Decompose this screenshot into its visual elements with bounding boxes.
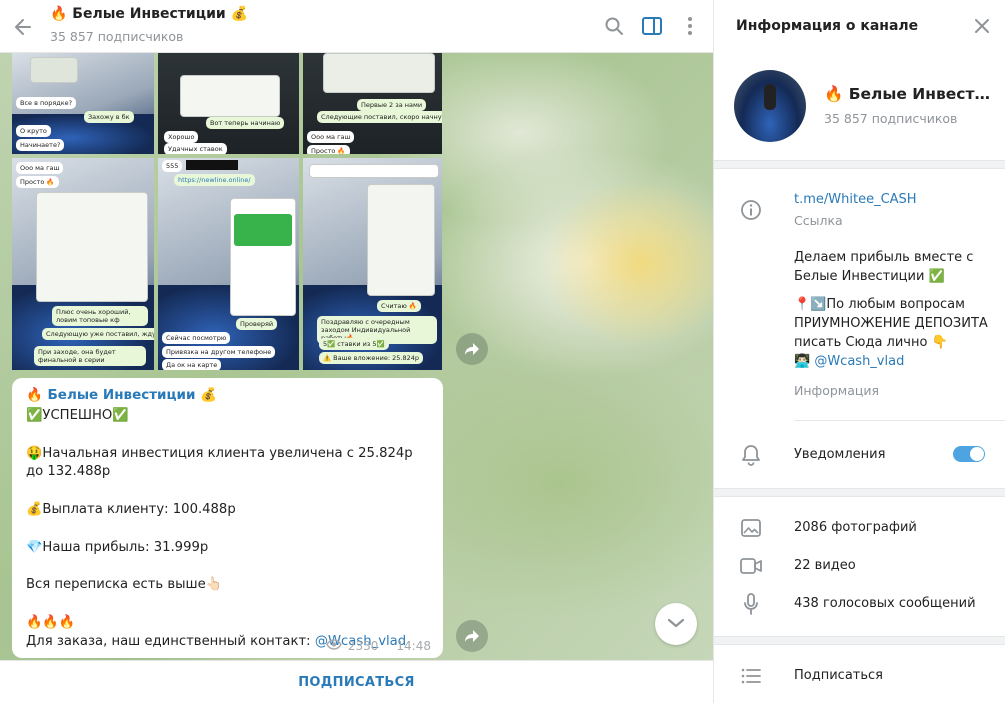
- bell-icon: [740, 444, 762, 466]
- forward-icon[interactable]: [456, 333, 488, 365]
- description-line: Белые Инвестиции ✅: [794, 269, 945, 284]
- forward-icon[interactable]: [456, 620, 488, 652]
- photo-chat-text: Просто 🔥: [307, 145, 350, 154]
- photo-chat-text: Начинаете?: [16, 139, 65, 151]
- row-divider: [794, 420, 1005, 421]
- photo-chat-text: При заходе, она будет финальной в серии: [34, 346, 146, 366]
- notifications-toggle[interactable]: [953, 446, 985, 462]
- channel-avatar[interactable]: [734, 70, 806, 142]
- photo-chat-text: Захожу в бк: [84, 111, 134, 123]
- notifications-label: Уведомления: [794, 447, 886, 462]
- info-icon: [740, 199, 762, 221]
- chat-header: 🔥 Белые Инвестиции 💰 35 857 подписчиков: [0, 0, 713, 53]
- message-line: Вся переписка есть выше👆🏻: [26, 577, 223, 593]
- channel-info-panel: Информация о канале 🔥 Белые Инвестиции 💰…: [713, 0, 1005, 703]
- photo-chat-text: Удачных ставок: [164, 143, 227, 154]
- photo-chat-text: Ооо ма гаш: [307, 131, 355, 143]
- chat-background: Все в порядке? Захожу в бк О круто Начин…: [0, 53, 713, 660]
- photo-chat-text: Первые 2 за нами: [357, 99, 427, 111]
- eye-icon: [326, 639, 342, 653]
- photo-chat-text: Следующие поставил, скоро начнут: [317, 111, 442, 123]
- close-icon[interactable]: [968, 12, 996, 40]
- photo-chat-text: О круто: [16, 125, 51, 137]
- subscribe-button[interactable]: ПОДПИСАТЬСЯ: [298, 675, 415, 690]
- photo-chat-text: Считаю 🔥: [377, 300, 422, 312]
- view-count: 2330: [347, 639, 379, 653]
- message-time: 14:48: [396, 639, 431, 653]
- section-divider: [714, 636, 1005, 645]
- message-text: ✅УСПЕШНО✅ 🤑Начальная инвестиция клиента …: [26, 407, 429, 651]
- album-photo-4[interactable]: Ооо ма гаш Просто 🔥 Плюс очень хороший, …: [12, 158, 154, 370]
- photo-chat-text: Вот теперь начинаю: [206, 117, 285, 129]
- description-line: ПРИУМНОЖЕНИЕ ДЕПОЗИТА: [794, 316, 988, 331]
- message-line: ✅УСПЕШНО✅: [26, 408, 129, 423]
- message-line: 🤑Начальная инвестиция клиента увеличена …: [26, 445, 413, 461]
- video-icon: [740, 555, 762, 577]
- contact-label: Для заказа, наш единственный контакт:: [26, 633, 315, 649]
- album-photo-3[interactable]: Первые 2 за нами Следующие поставил, ско…: [303, 53, 442, 154]
- chat-subscriber-count: 35 857 подписчиков: [50, 29, 184, 44]
- message-line: 🔥🔥🔥: [26, 614, 76, 630]
- chat-column: 🔥 Белые Инвестиции 💰 35 857 подписчиков …: [0, 0, 713, 703]
- link-caption: Ссылка: [794, 213, 843, 228]
- shared-videos-link[interactable]: 22 видео: [794, 558, 856, 573]
- description-contact-link[interactable]: @Wcash_vlad: [814, 354, 904, 369]
- chevron-down-icon: [667, 617, 685, 632]
- photo-chat-text: Все в порядке?: [16, 97, 77, 109]
- photo-chat-text: Просто 🔥: [16, 176, 59, 188]
- photo-chat-text: Плюс очень хороший, ловим топовые кф: [52, 306, 148, 326]
- message-line: 💎Наша прибыль: 31.999р: [26, 539, 209, 555]
- channel-description: Делаем прибыль вместе с Белые Инвестиции…: [794, 248, 994, 371]
- microphone-icon: [740, 593, 762, 615]
- description-line: Делаем прибыль вместе с: [794, 250, 974, 265]
- list-icon: [740, 665, 762, 687]
- channel-subscriber-count: 35 857 подписчиков: [824, 111, 958, 126]
- message-line: до 132.488р: [26, 464, 111, 480]
- subscribe-link[interactable]: Подписаться: [794, 668, 883, 683]
- section-divider: [714, 488, 1005, 497]
- back-arrow-icon[interactable]: [8, 12, 38, 42]
- photo-chat-text: 5✅ ставки из 5✅: [319, 338, 389, 350]
- chat-footer: ПОДПИСАТЬСЯ: [0, 660, 713, 703]
- photo-chat-text: Хорошо: [164, 131, 199, 143]
- channel-message: 🔥 Белые Инвестиции 💰 ✅УСПЕШНО✅ 🤑Начальна…: [12, 378, 443, 658]
- shared-photos-link[interactable]: 2086 фотографий: [794, 520, 917, 535]
- photo-chat-text: Следующую уже поставил, жду: [42, 328, 154, 340]
- description-line: 📍↘️По любым вопросам: [794, 297, 965, 312]
- photo-chat-text: Ооо ма гаш: [16, 162, 64, 174]
- photo-chat-text: ⚠️ Ваше вложение: 25.824р: [319, 352, 424, 364]
- photo-album: Все в порядке? Захожу в бк О круто Начин…: [12, 53, 442, 370]
- laptop-user-emoji: 👨🏻‍💻: [794, 354, 815, 369]
- photo-chat-link: https://newline.online/: [174, 174, 255, 186]
- channel-name: 🔥 Белые Инвестиции 💰: [824, 85, 994, 103]
- side-panel-icon[interactable]: [638, 12, 666, 40]
- description-line: писать Сюда лично 👇: [794, 335, 948, 350]
- description-line: 👨🏻‍💻 @Wcash_vlad: [794, 352, 994, 371]
- photo-chat-text: 555: [162, 160, 183, 172]
- photo-chat-text: Проверяй: [236, 318, 278, 330]
- photo-icon: [740, 517, 762, 539]
- message-meta: 2330 14:48: [326, 639, 431, 653]
- description-caption: Информация: [794, 383, 880, 398]
- panel-title: Информация о канале: [736, 18, 919, 34]
- album-photo-1[interactable]: Все в порядке? Захожу в бк О круто Начин…: [12, 53, 154, 154]
- photo-chat-text: Сейчас посмотрю: [162, 332, 231, 344]
- photo-chat-text: Да ок на карте: [162, 359, 222, 370]
- more-vertical-icon[interactable]: [676, 12, 704, 40]
- message-line: 💰Выплата клиенту: 100.488р: [26, 501, 236, 517]
- scroll-down-button[interactable]: [655, 603, 697, 645]
- album-photo-2[interactable]: Вот теперь начинаю Хорошо Удачных ставок: [158, 53, 299, 154]
- channel-link[interactable]: t.me/Whitee_CASH: [794, 192, 917, 207]
- album-photo-5[interactable]: 555 https://newline.online/ Проверяй Сей…: [158, 158, 299, 370]
- shared-voice-link[interactable]: 438 голосовых сообщений: [794, 596, 976, 611]
- message-author[interactable]: 🔥 Белые Инвестиции 💰: [26, 387, 429, 405]
- search-icon[interactable]: [600, 12, 628, 40]
- photo-chat-text: Привязка на другом телефоне: [162, 346, 276, 358]
- album-photo-6[interactable]: Считаю 🔥 Поздравляю с очередным заходом …: [303, 158, 442, 370]
- chat-title[interactable]: 🔥 Белые Инвестиции 💰: [50, 6, 248, 22]
- section-divider: [714, 160, 1005, 169]
